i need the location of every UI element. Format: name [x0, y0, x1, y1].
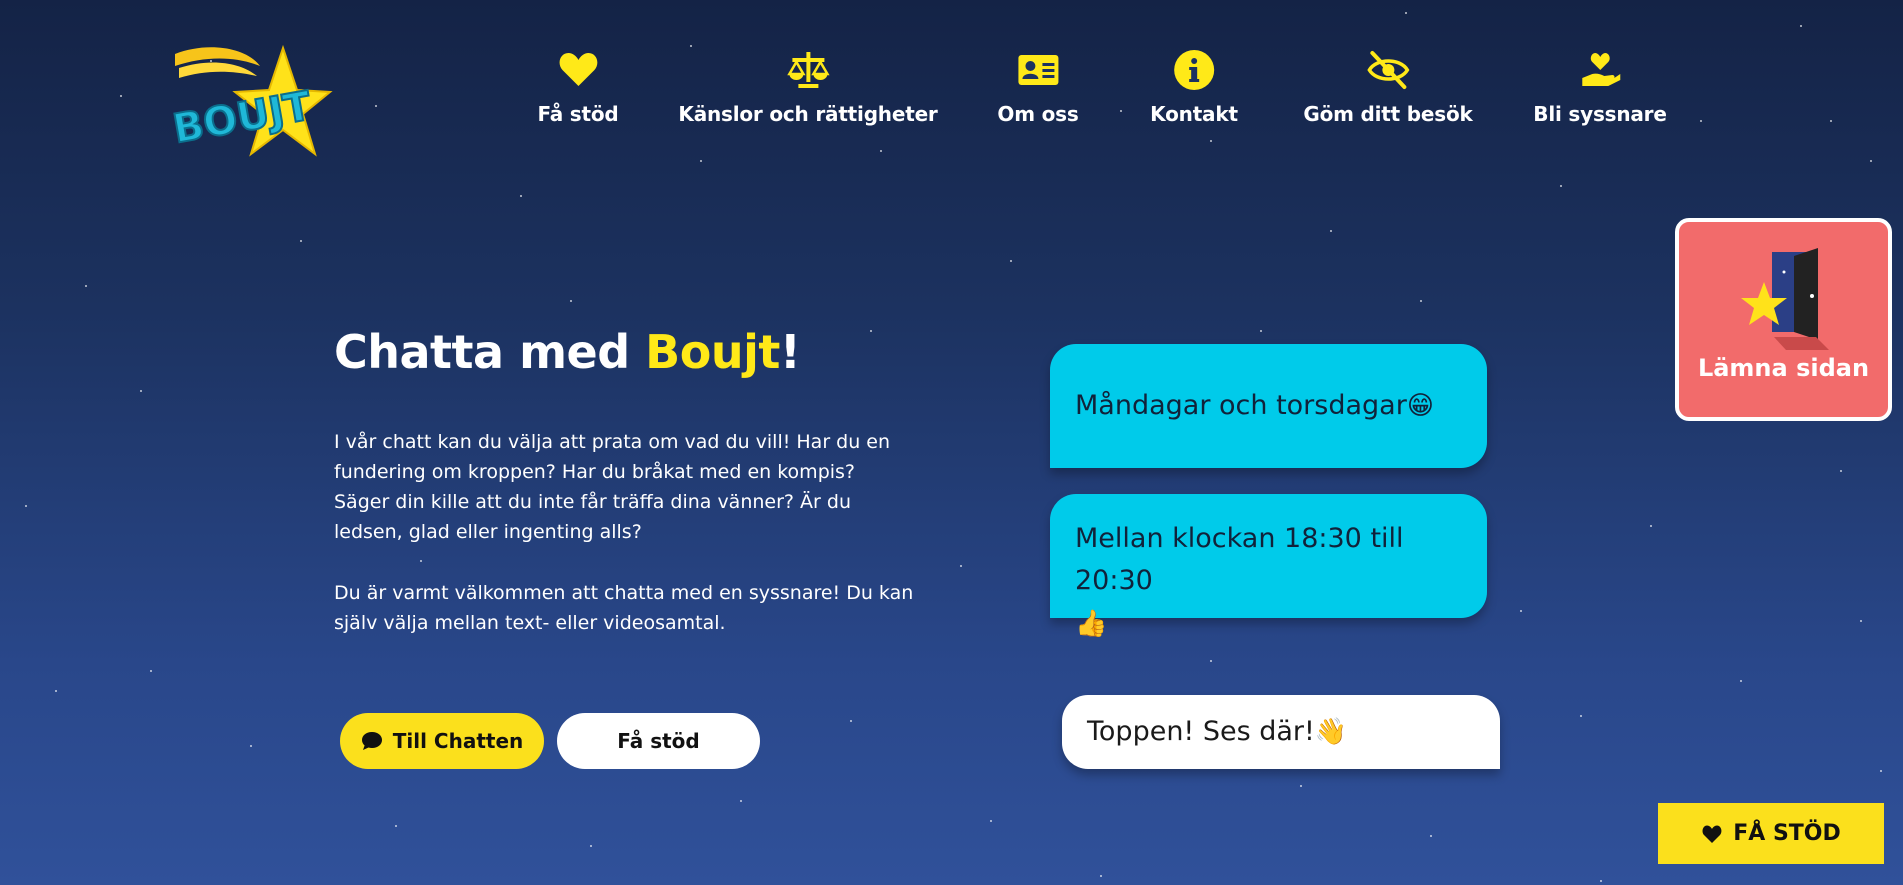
heart-icon: [1702, 825, 1722, 843]
star-dot: [1580, 715, 1582, 717]
star-dot: [1420, 300, 1422, 302]
star-dot: [1430, 835, 1432, 837]
star-dot: [1210, 140, 1212, 142]
star-dot: [880, 150, 882, 152]
star-dot: [690, 45, 692, 47]
info-icon: [1174, 50, 1214, 90]
star-dot: [1260, 330, 1262, 332]
welcome-paragraph: Du är varmt välkommen att chatta med en …: [334, 582, 914, 634]
star-dot: [870, 330, 872, 332]
wave-emoji-icon: 👋: [1314, 717, 1348, 747]
to-chat-label: Till Chatten: [392, 729, 524, 753]
chat-bubble-text: Toppen! Ses där!: [1087, 716, 1315, 747]
leave-page-label: Lämna sidan: [1697, 354, 1870, 382]
nav-label: Få stöd: [537, 102, 619, 126]
star-dot: [1520, 610, 1522, 612]
star-dot: [1560, 185, 1562, 187]
star-dot: [395, 825, 397, 827]
hand-heart-icon: [1582, 53, 1620, 86]
star-dot: [1860, 620, 1862, 622]
heart-icon: [559, 53, 597, 86]
nav-item-kontakt[interactable]: Kontakt: [1150, 48, 1238, 126]
get-support-button[interactable]: Få stöd: [557, 713, 760, 769]
to-chat-button[interactable]: Till Chatten: [340, 713, 544, 769]
title-accent: Boujt: [645, 325, 780, 379]
get-support-label: Få stöd: [617, 729, 700, 753]
chat-bubble-text: Måndagar och torsdagar: [1075, 390, 1407, 421]
nav-label: Göm ditt besök: [1303, 102, 1473, 126]
star-dot: [1870, 160, 1872, 162]
page-title: Chatta med Boujt!: [334, 325, 801, 379]
star-dot: [420, 560, 422, 562]
nav-item-gom-besok[interactable]: Göm ditt besök: [1303, 48, 1473, 126]
star-dot: [990, 820, 992, 822]
nav-label: Känslor och rättigheter: [678, 102, 938, 126]
id-card-icon: [1018, 55, 1058, 85]
chat-bubble-icon: [361, 732, 382, 750]
star-dot: [1800, 25, 1802, 27]
thumbs-up-emoji-icon: 👍: [1075, 608, 1108, 639]
star-dot: [250, 745, 252, 747]
chat-bubble-time: Mellan klockan 18:30 till 20:30 👍: [1050, 494, 1487, 639]
nav-item-kanslor[interactable]: Känslor och rättigheter: [678, 48, 938, 126]
star-dot: [1300, 785, 1302, 787]
star-dot: [1100, 875, 1102, 877]
star-dot: [140, 390, 142, 392]
star-dot: [1600, 880, 1602, 882]
intro-paragraph: I vår chatt kan du välja att prata om va…: [334, 431, 891, 543]
title-prefix: Chatta med: [334, 325, 646, 379]
star-dot: [850, 720, 852, 722]
exit-door-icon: [1740, 248, 1829, 350]
nav-item-om-oss[interactable]: Om oss: [997, 48, 1079, 126]
nav-label: Kontakt: [1150, 102, 1238, 126]
nav-label: Om oss: [997, 102, 1079, 126]
get-support-cta-label: FÅ STÖD: [1733, 821, 1841, 846]
star-dot: [590, 845, 592, 847]
grin-emoji-icon: 😁: [1406, 391, 1434, 421]
chat-bubble-days: Måndagar och torsdagar 😁: [1050, 344, 1487, 468]
eye-slash-icon: [1366, 51, 1410, 89]
star-dot: [700, 160, 702, 162]
star-dot: [1880, 770, 1882, 772]
leave-page-button[interactable]: Lämna sidan: [1675, 218, 1892, 421]
main-nav: Få stöd Känslor och rättigheter Om oss K…: [0, 48, 1903, 138]
star-dot: [570, 300, 572, 302]
get-support-cta[interactable]: FÅ STÖD: [1658, 803, 1884, 864]
star-dot: [1740, 680, 1742, 682]
star-dot: [1210, 660, 1212, 662]
star-dot: [520, 195, 522, 197]
star-dot: [1010, 260, 1012, 262]
star-dot: [1840, 470, 1842, 472]
title-suffix: !: [779, 325, 801, 379]
nav-item-bli-syssnare[interactable]: Bli syssnare: [1533, 48, 1667, 126]
star-dot: [25, 505, 27, 507]
nav-label: Bli syssnare: [1533, 102, 1667, 126]
nav-item-fa-stod[interactable]: Få stöd: [537, 48, 619, 126]
star-dot: [1330, 230, 1332, 232]
chat-bubble-text: Mellan klockan 18:30 till 20:30: [1075, 523, 1404, 596]
star-dot: [1650, 525, 1652, 527]
star-dot: [150, 670, 152, 672]
star-dot: [300, 240, 302, 242]
star-dot: [960, 565, 962, 567]
scale-icon: [786, 52, 830, 88]
chat-bubble-reply: Toppen! Ses där! 👋: [1062, 695, 1500, 769]
star-dot: [1405, 12, 1407, 14]
star-dot: [85, 285, 87, 287]
star-dot: [55, 690, 57, 692]
star-dot: [740, 800, 742, 802]
